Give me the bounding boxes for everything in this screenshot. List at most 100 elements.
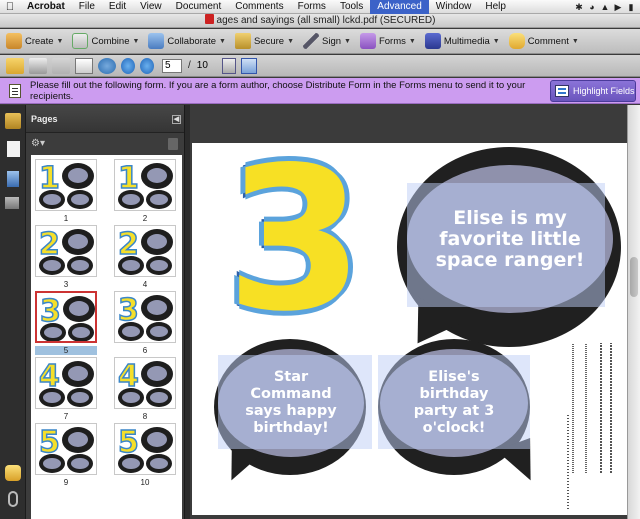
bookmarks-icon[interactable] bbox=[7, 171, 19, 187]
collaborate-icon bbox=[148, 33, 165, 49]
scrollbar-thumb[interactable] bbox=[630, 257, 638, 297]
vertical-scrollbar[interactable] bbox=[627, 105, 640, 519]
thumbnail-bubble bbox=[146, 322, 172, 341]
page-thumbnail[interactable]: 5 bbox=[35, 423, 97, 475]
comment-icon bbox=[508, 33, 525, 49]
print-icon[interactable] bbox=[29, 57, 47, 74]
secure-button[interactable]: Secure ▼ bbox=[234, 33, 294, 49]
pages-panel-icon[interactable] bbox=[7, 141, 20, 157]
big-number-graphic: 3 bbox=[224, 124, 367, 355]
page-thumbnail[interactable]: 4 bbox=[114, 357, 176, 409]
status-area: ✱ ◕ ▲ ▶ ▮ bbox=[574, 0, 640, 14]
thumbnail-bubble bbox=[67, 388, 93, 407]
page-thumbnail[interactable]: 4 bbox=[35, 357, 97, 409]
page-thumbnail[interactable]: 5 bbox=[114, 423, 176, 475]
combine-button[interactable]: Combine ▼ bbox=[72, 33, 139, 49]
sync-icon[interactable] bbox=[98, 57, 116, 74]
pages-panel-title: Pages bbox=[31, 114, 58, 124]
thumbnail-bubble bbox=[141, 229, 173, 255]
collapse-panel-icon[interactable]: ◀ bbox=[172, 115, 181, 124]
highlight-fields-button[interactable]: Highlight Fields bbox=[550, 80, 636, 102]
create-arrow-icon: ▼ bbox=[56, 37, 64, 45]
page-thumbnail[interactable]: 1 bbox=[114, 159, 176, 211]
menu-comments[interactable]: Comments bbox=[228, 0, 290, 14]
page-thumbnail-label: 7 bbox=[63, 412, 69, 421]
menu-document[interactable]: Document bbox=[169, 0, 229, 14]
thumbnail-bubble bbox=[67, 454, 93, 473]
menu-advanced[interactable]: Advanced bbox=[370, 0, 429, 14]
window-title-bar: ages and sayings (all small) lckd.pdf (S… bbox=[0, 14, 640, 28]
secure-arrow-icon: ▼ bbox=[287, 37, 294, 45]
page-thumbnail[interactable]: 1 bbox=[35, 159, 97, 211]
save-icon[interactable] bbox=[52, 57, 70, 74]
create-button[interactable]: Create ▼ bbox=[6, 33, 63, 49]
thumbnail-number: 1 bbox=[117, 161, 139, 197]
thumbnail-bubble bbox=[68, 323, 94, 341]
apple-menu-icon[interactable]:  bbox=[0, 1, 20, 13]
email-icon[interactable] bbox=[75, 57, 93, 74]
thumbnail-number: 3 bbox=[39, 294, 61, 330]
bubble-right-text: Elise's birthday party at 3 o'clock! bbox=[413, 369, 495, 436]
pdf-page: 3 Elise is my favorite little space rang… bbox=[192, 124, 627, 515]
menu-tools[interactable]: Tools bbox=[333, 0, 370, 14]
thumbnail-number: 4 bbox=[117, 359, 139, 395]
thumbnail-bubble bbox=[146, 388, 172, 407]
bubble-left-text: Star Command says happy birthday! bbox=[245, 369, 337, 436]
menu-forms[interactable]: Forms bbox=[291, 0, 333, 14]
thumbnail-bubble bbox=[141, 163, 173, 189]
comment-button[interactable]: Comment ▼ bbox=[508, 33, 579, 49]
wifi-icon[interactable]: ▲ bbox=[600, 2, 610, 12]
thumbnail-bubble bbox=[141, 361, 173, 387]
forms-button[interactable]: Forms ▼ bbox=[359, 33, 416, 49]
pages-panel-header: Pages ◀ bbox=[26, 105, 184, 133]
page-thumbnail[interactable]: 3 bbox=[114, 291, 176, 343]
page-thumbnail[interactable]: 2 bbox=[114, 225, 176, 277]
menu-window[interactable]: Window bbox=[429, 0, 479, 14]
fit-page-icon[interactable] bbox=[221, 57, 236, 74]
menu-edit[interactable]: Edit bbox=[102, 0, 133, 14]
menu-help[interactable]: Help bbox=[478, 0, 513, 14]
battery-icon[interactable]: ▮ bbox=[626, 2, 636, 12]
thumbnail-bubble bbox=[62, 361, 94, 387]
trash-icon[interactable] bbox=[168, 138, 178, 150]
thumbnail-bubble bbox=[62, 427, 94, 453]
sign-arrow-icon: ▼ bbox=[344, 37, 351, 45]
open-folder-icon[interactable] bbox=[6, 57, 24, 74]
multimedia-icon bbox=[424, 33, 441, 49]
comments-panel-icon[interactable] bbox=[5, 465, 21, 481]
combine-icon bbox=[72, 33, 89, 49]
collaborate-button[interactable]: Collaborate ▼ bbox=[148, 33, 226, 49]
sign-button[interactable]: Sign ▼ bbox=[303, 33, 351, 49]
next-page-icon[interactable] bbox=[140, 57, 154, 74]
page-number-input[interactable]: 5 bbox=[162, 58, 182, 73]
menu-file[interactable]: File bbox=[72, 0, 102, 14]
thumbnail-number: 4 bbox=[38, 359, 60, 395]
fine-print-column bbox=[600, 343, 602, 473]
multimedia-label: Multimedia bbox=[443, 35, 490, 47]
panel-options-icon[interactable]: ⚙▾ bbox=[31, 138, 49, 150]
volume-icon[interactable]: ▶ bbox=[613, 2, 623, 12]
full-screen-icon[interactable] bbox=[240, 57, 257, 74]
multimedia-button[interactable]: Multimedia ▼ bbox=[424, 33, 500, 49]
signatures-icon[interactable] bbox=[5, 197, 19, 209]
page-thumbnail[interactable]: 2 bbox=[35, 225, 97, 277]
bluetooth-icon[interactable]: ✱ bbox=[574, 2, 584, 12]
total-pages: 10 bbox=[196, 60, 208, 71]
attachments-icon[interactable] bbox=[8, 491, 18, 507]
security-lock-icon[interactable] bbox=[5, 113, 21, 129]
thumbnail-bubble bbox=[67, 256, 93, 275]
form-document-icon bbox=[9, 84, 21, 98]
tasks-toolbar: Create ▼ Combine ▼ Collaborate ▼ Secure ▼ Si… bbox=[0, 29, 640, 54]
page-thumbnail[interactable]: 3 bbox=[35, 291, 97, 343]
time-machine-icon[interactable]: ◕ bbox=[587, 2, 597, 12]
lock-icon bbox=[234, 33, 251, 49]
form-message: Please fill out the following form. If y… bbox=[30, 80, 526, 102]
sign-label: Sign bbox=[322, 35, 342, 47]
menu-view[interactable]: View bbox=[133, 0, 169, 14]
menu-app[interactable]: Acrobat bbox=[20, 0, 72, 14]
thumbnail-bubble bbox=[141, 427, 173, 453]
thumbnail-bubble bbox=[67, 190, 93, 209]
page-thumbnail-label: 1 bbox=[63, 214, 69, 223]
fine-print-column bbox=[585, 343, 587, 473]
previous-page-icon[interactable] bbox=[121, 57, 135, 74]
